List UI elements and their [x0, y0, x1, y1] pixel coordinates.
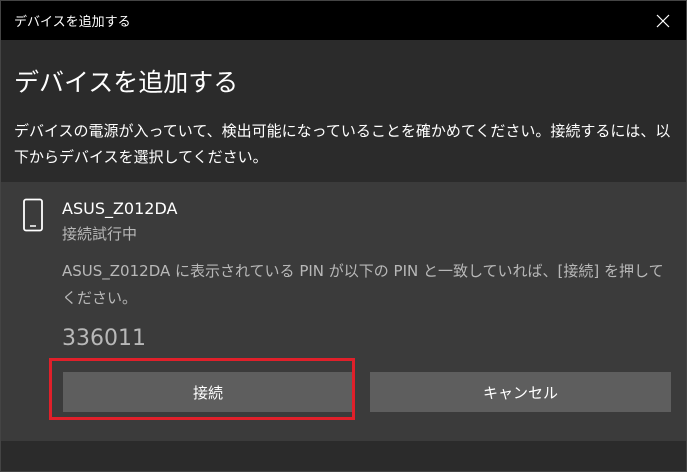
device-status: 接続試行中 [62, 225, 138, 243]
close-icon [656, 14, 670, 27]
phone-icon [23, 198, 43, 232]
cancel-button[interactable]: キャンセル [370, 372, 671, 412]
title-bar[interactable]: デバイスを追加する [1, 1, 686, 40]
bottom-strip [1, 441, 686, 471]
dialog-instructions: デバイスの電源が入っていて、検出可能になっていることを確かめてください。接続する… [14, 122, 671, 166]
pin-instruction: ASUS_Z012DA に表示されている PIN が以下の PIN と一致してい… [62, 262, 664, 307]
window-title: デバイスを追加する [14, 15, 131, 30]
connect-button[interactable]: 接続 [63, 372, 353, 412]
dialog-heading: デバイスを追加する [14, 68, 239, 97]
pin-code: 336011 [62, 326, 146, 351]
close-button[interactable] [640, 1, 686, 40]
add-device-window: デバイスを追加する デバイスを追加する デバイスの電源が入っていて、検出可能にな… [0, 0, 687, 472]
device-name: ASUS_Z012DA [62, 199, 178, 218]
